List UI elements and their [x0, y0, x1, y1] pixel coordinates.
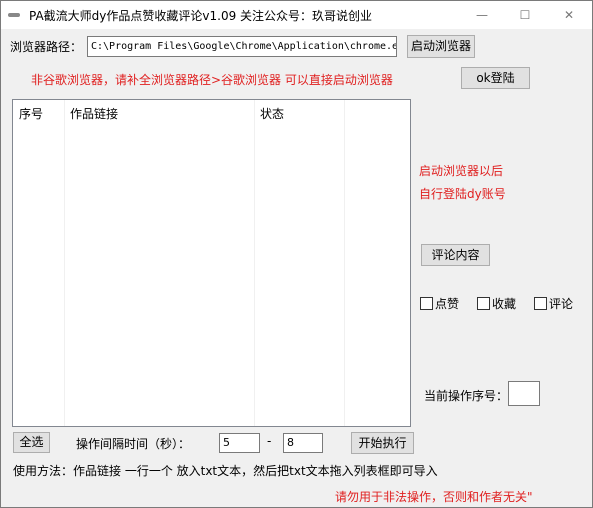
legal-warning: 请勿用于非法操作，否则和作者无关" — [335, 490, 533, 504]
comment-checkbox[interactable]: 评论 — [534, 295, 573, 312]
checkbox-box — [477, 297, 490, 310]
interval-min-input[interactable]: 5 — [219, 433, 260, 453]
window-title: PA截流大师dy作品点赞收藏评论v1.09 关注公众号：玖哥说创业 — [29, 9, 373, 23]
browser-path-label: 浏览器路径： — [10, 40, 83, 54]
checkbox-box — [534, 297, 547, 310]
interval-max-input[interactable]: 8 — [283, 433, 323, 453]
works-table[interactable]: 序号 作品链接 状态 — [12, 99, 411, 427]
login-hint-line2: 自行登陆dy账号 — [419, 187, 506, 201]
comment-checkbox-label: 评论 — [549, 297, 574, 311]
like-checkbox-label: 点赞 — [435, 297, 460, 311]
current-index-label: 当前操作序号： — [424, 389, 509, 403]
column-header-status[interactable]: 状态 — [254, 100, 344, 128]
interval-dash: - — [267, 434, 272, 448]
favorite-checkbox-label: 收藏 — [492, 297, 517, 311]
close-button[interactable]: ✕ — [547, 1, 591, 29]
usage-instructions: 使用方法：作品链接 一行一个 放入txt文本，然后把txt文本拖入列表框即可导入 — [13, 464, 438, 478]
comment-content-button[interactable]: 评论内容 — [421, 244, 490, 266]
favorite-checkbox[interactable]: 收藏 — [477, 295, 516, 312]
app-window: PA截流大师dy作品点赞收藏评论v1.09 关注公众号：玖哥说创业 — ☐ ✕ … — [0, 0, 593, 508]
maximize-button[interactable]: ☐ — [503, 1, 547, 29]
minimize-button[interactable]: — — [460, 1, 504, 29]
checkbox-box — [420, 297, 433, 310]
title-bar: PA截流大师dy作品点赞收藏评论v1.09 关注公众号：玖哥说创业 — ☐ ✕ — [1, 1, 592, 29]
start-button[interactable]: 开始执行 — [351, 432, 414, 454]
login-hint-line1: 启动浏览器以后 — [419, 164, 504, 178]
interval-label: 操作间隔时间（秒）： — [76, 437, 191, 451]
current-index-field[interactable] — [508, 381, 540, 406]
column-header-index[interactable]: 序号 — [13, 100, 64, 128]
browser-path-input[interactable]: C:\Program Files\Google\Chrome\Applicati… — [87, 36, 397, 57]
ok-login-button[interactable]: ok登陆 — [461, 67, 530, 89]
launch-browser-button[interactable]: 启动浏览器 — [407, 35, 475, 58]
select-all-button[interactable]: 全选 — [13, 432, 50, 453]
column-header-link[interactable]: 作品链接 — [64, 100, 254, 128]
browser-hint: 非谷歌浏览器，请补全浏览器路径>谷歌浏览器 可以直接启动浏览器 — [31, 73, 393, 87]
app-icon — [8, 13, 20, 17]
like-checkbox[interactable]: 点赞 — [420, 295, 459, 312]
